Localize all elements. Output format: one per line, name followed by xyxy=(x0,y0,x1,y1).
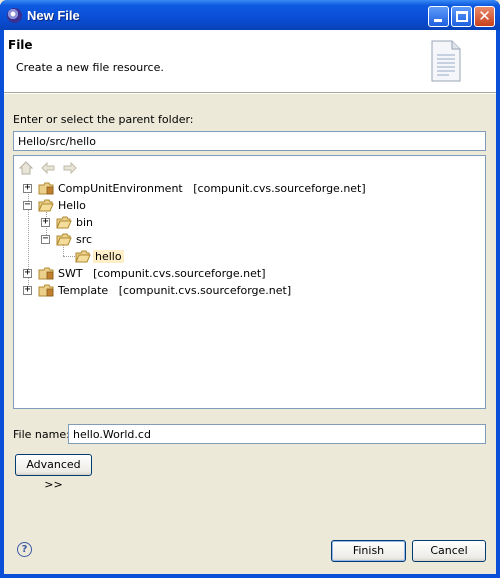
eclipse-icon xyxy=(7,8,22,23)
wizard-banner: File Create a new file resource. xyxy=(4,30,496,92)
help-icon[interactable]: ? xyxy=(17,542,32,557)
tree-item-label: src xyxy=(76,233,93,246)
collapse-toggle[interactable]: − xyxy=(41,233,50,244)
cancel-button[interactable]: Cancel xyxy=(412,540,486,562)
tree-item-label: Template [compunit.cvs.sourceforge.net] xyxy=(58,284,292,297)
page-description: Create a new file resource. xyxy=(16,61,164,74)
new-file-dialog: New File ✕ File Create a new file resour… xyxy=(0,0,500,578)
expand-toggle[interactable]: + xyxy=(23,284,32,295)
advanced-button[interactable]: Advanced >> xyxy=(15,454,92,491)
tree-item-label: CompUnitEnvironment [compunit.cvs.source… xyxy=(58,182,366,195)
finish-button[interactable]: Finish xyxy=(331,540,406,562)
open-project-folder-icon xyxy=(38,199,54,212)
tree-item-src[interactable]: − src xyxy=(14,231,484,248)
tree-item-bin[interactable]: + bin xyxy=(14,214,484,231)
minimize-button[interactable] xyxy=(428,6,449,27)
expand-toggle[interactable]: + xyxy=(41,216,50,227)
folder-tree[interactable]: + CompUnitEnvironment [compunit.cvs.sour… xyxy=(13,155,486,409)
expand-toggle[interactable]: + xyxy=(23,267,32,278)
tree-item-template[interactable]: + Template [compunit.cvs.sourceforge.net… xyxy=(14,282,484,299)
banner-separator xyxy=(4,92,496,94)
back-arrow-icon[interactable] xyxy=(40,160,56,176)
dialog-body: File Create a new file resource. Enter o… xyxy=(4,30,496,574)
folder-icon xyxy=(56,216,72,229)
folder-icon xyxy=(56,233,72,246)
tree-item-label: bin xyxy=(76,216,94,229)
collapse-toggle[interactable]: − xyxy=(23,199,32,210)
tree-item-compunitenvironment[interactable]: + CompUnitEnvironment [compunit.cvs.sour… xyxy=(14,180,484,197)
forward-arrow-icon[interactable] xyxy=(62,160,78,176)
window-title: New File xyxy=(27,8,80,23)
minimize-icon xyxy=(434,19,442,22)
tree-item-swt[interactable]: + SWT [compunit.cvs.sourceforge.net] xyxy=(14,265,484,282)
tree-item-hello-folder[interactable]: hello xyxy=(14,248,484,265)
project-folder-icon xyxy=(38,182,54,195)
expand-toggle[interactable]: + xyxy=(23,182,32,193)
project-folder-icon xyxy=(38,267,54,280)
maximize-button[interactable] xyxy=(451,6,472,27)
title-bar[interactable]: New File ✕ xyxy=(0,0,500,30)
tree-item-label: Hello xyxy=(58,199,86,212)
parent-folder-input[interactable]: Hello/src/hello xyxy=(13,131,486,151)
page-title: File xyxy=(8,38,33,52)
close-button[interactable]: ✕ xyxy=(474,6,495,27)
project-folder-icon xyxy=(38,284,54,297)
close-icon: ✕ xyxy=(478,7,491,25)
tree-item-label: SWT [compunit.cvs.sourceforge.net] xyxy=(58,267,266,280)
folder-icon xyxy=(75,250,91,263)
file-name-label: File name: xyxy=(13,428,70,441)
maximize-icon xyxy=(456,11,468,22)
parent-folder-label: Enter or select the parent folder: xyxy=(13,113,194,126)
file-name-input[interactable]: hello.World.cd xyxy=(68,424,486,444)
tree-item-hello-project[interactable]: − Hello xyxy=(14,197,484,214)
home-icon[interactable] xyxy=(18,160,34,176)
new-file-icon xyxy=(431,40,461,82)
tree-item-label-selected: hello xyxy=(93,250,124,263)
